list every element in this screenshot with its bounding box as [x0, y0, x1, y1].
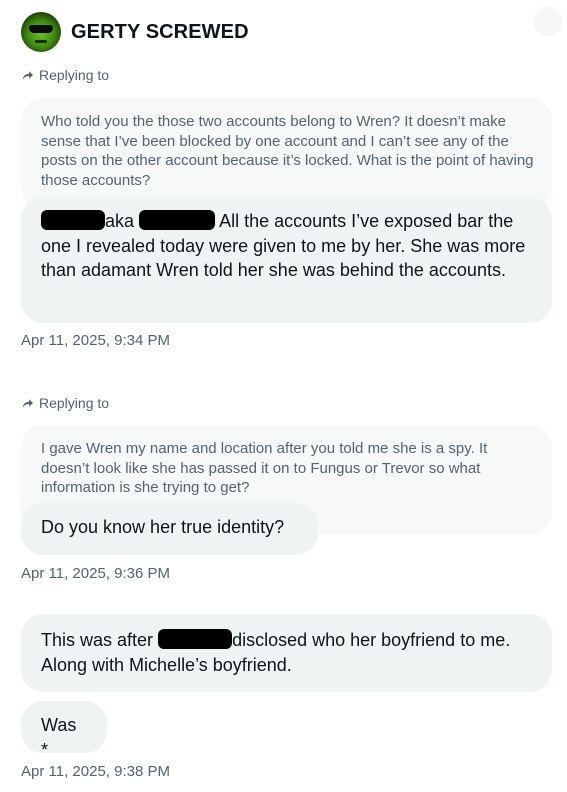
avatar[interactable] — [21, 12, 61, 52]
replying-to-text: Replying to — [39, 395, 110, 411]
message-text: Do you know her true identity? — [41, 517, 285, 537]
replying-to-text: Replying to — [39, 67, 110, 83]
message-text: Was * — [41, 715, 77, 760]
contact-name[interactable]: GERTY SCREWED — [71, 21, 249, 44]
quoted-message-text: I gave Wren my name and location after y… — [41, 440, 488, 496]
message-bubble[interactable]: Do you know her true identity? — [21, 503, 318, 555]
quoted-message-text: Who told you the those two accounts belo… — [41, 113, 534, 189]
message-bubble[interactable]: aka All the accounts I’ve exposed bar th… — [21, 197, 552, 323]
timestamp: Apr 11, 2025, 9:38 PM — [21, 763, 170, 780]
sunglasses-shape — [29, 25, 53, 33]
reply-arrow-icon — [22, 398, 33, 408]
replying-to-label: Replying to — [21, 67, 109, 83]
chat-header: GERTY SCREWED — [21, 12, 249, 52]
message-text-part: aka — [105, 211, 135, 231]
replying-to-label: Replying to — [21, 395, 109, 411]
quoted-message[interactable]: Who told you the those two accounts belo… — [21, 98, 552, 210]
corner-button[interactable] — [533, 6, 563, 36]
redacted-name — [41, 210, 105, 230]
mouth-shape — [35, 40, 47, 43]
message-text-part: This was after — [41, 630, 154, 650]
message-bubble[interactable]: This was after disclosed who her boyfrie… — [21, 614, 552, 692]
reply-arrow-icon — [22, 70, 33, 80]
timestamp: Apr 11, 2025, 9:36 PM — [21, 565, 170, 582]
redacted-name — [139, 210, 216, 230]
timestamp: Apr 11, 2025, 9:34 PM — [21, 332, 170, 349]
redacted-name — [158, 629, 233, 649]
message-bubble[interactable]: Was * — [21, 701, 107, 760]
